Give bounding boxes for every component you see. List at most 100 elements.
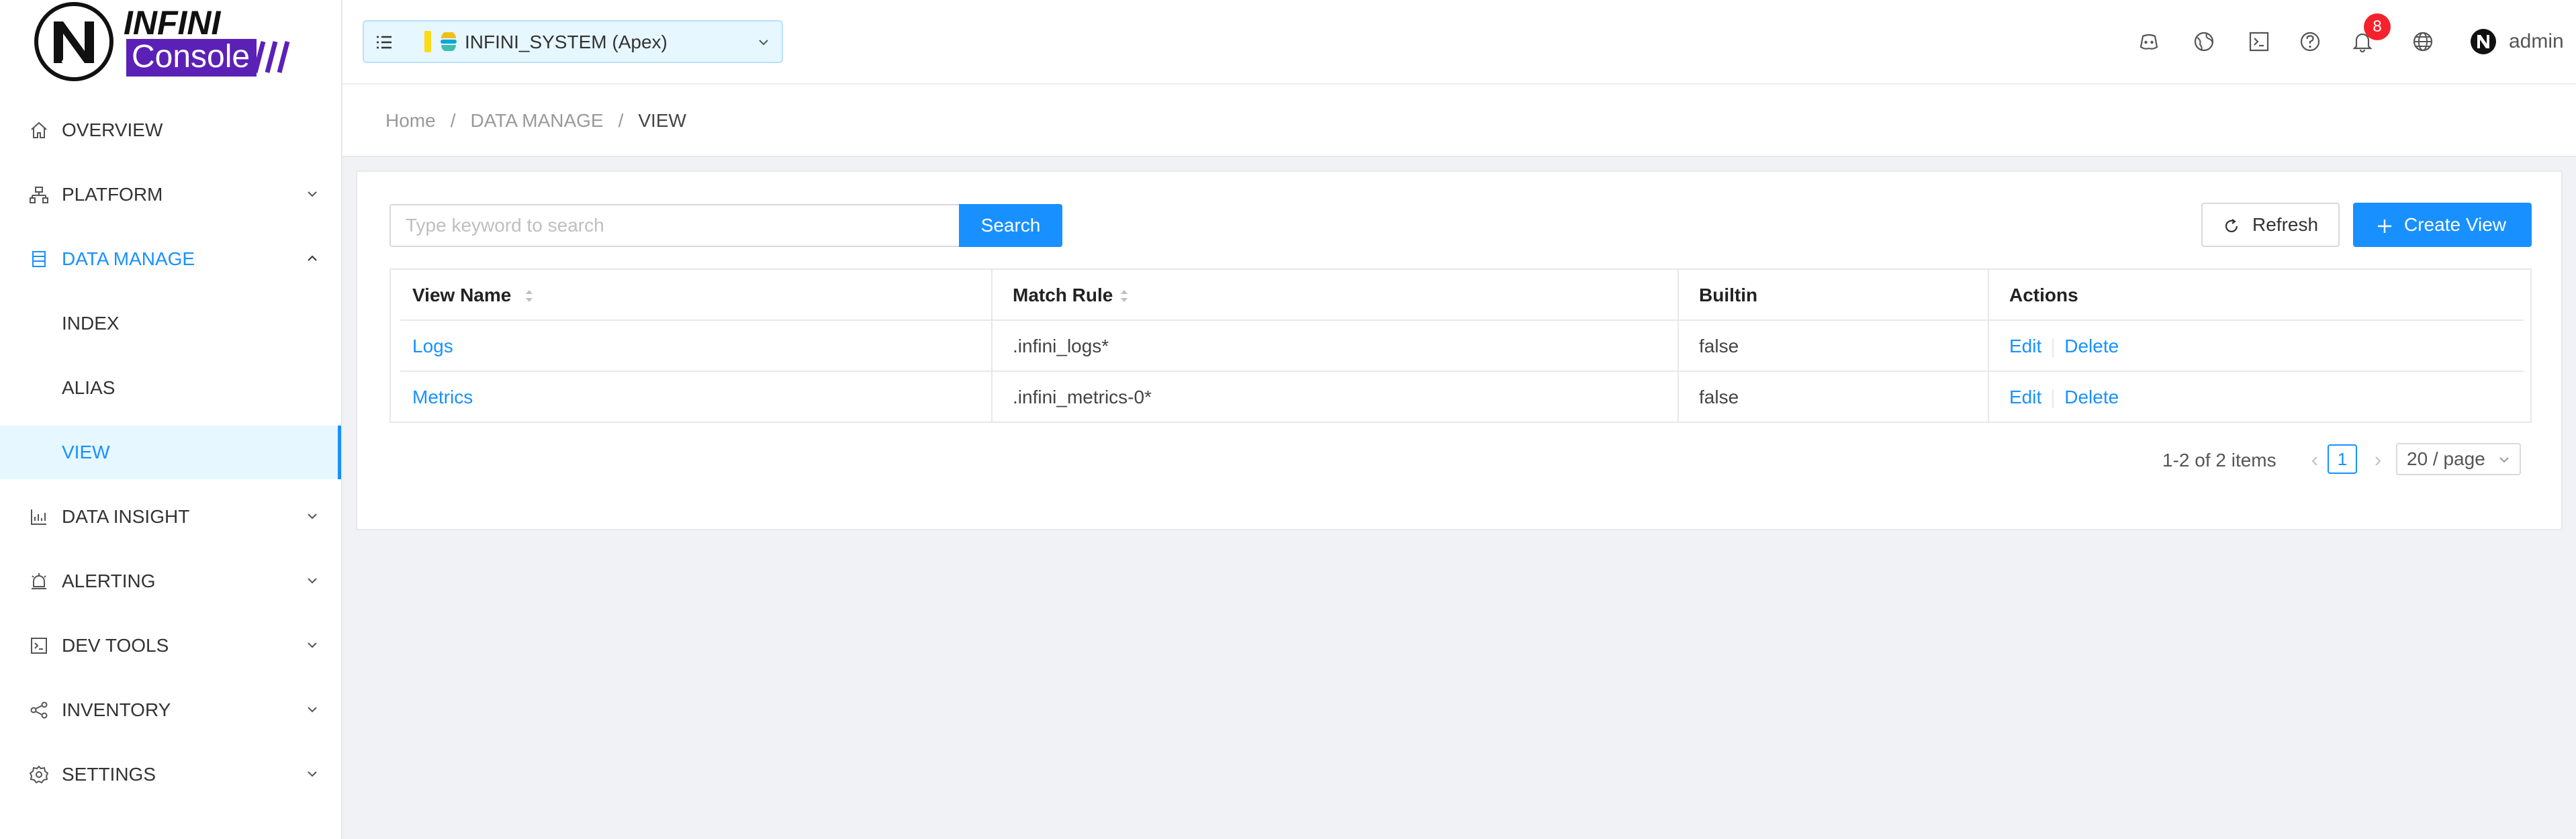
sidebar-item-label: OVERVIEW — [62, 119, 163, 140]
breadcrumb-section[interactable]: DATA MANAGE — [470, 110, 603, 131]
chevron-down-icon — [308, 642, 317, 648]
plus-icon — [2378, 219, 2391, 233]
views-table: View Name Match Rule Builtin Actions Log… — [389, 268, 2532, 423]
terminal-icon[interactable] — [2247, 30, 2271, 54]
chevron-down-icon — [308, 771, 317, 777]
sidebar-item-label: ALERTING — [62, 571, 156, 591]
pagination-page-1[interactable]: 1 — [2328, 444, 2357, 474]
chevron-left-icon[interactable] — [2309, 455, 2321, 467]
sidebar-item-platform[interactable]: PLATFORM — [0, 162, 341, 227]
sort-icon[interactable] — [524, 287, 535, 305]
page-size-select[interactable]: 20 / page — [2396, 443, 2521, 475]
column-header-view-name[interactable]: View Name — [412, 270, 511, 321]
sidebar-item-label: DATA MANAGE — [62, 248, 195, 269]
pagination-total: 1-2 of 2 items — [2162, 450, 2276, 471]
create-view-label: Create View — [2404, 214, 2507, 235]
elasticsearch-icon — [441, 32, 457, 51]
edit-link[interactable]: Edit — [2009, 387, 2041, 407]
infini-logo-mark-icon — [34, 2, 113, 81]
table-header-row: View Name Match Rule Builtin Actions — [400, 270, 2524, 321]
refresh-button[interactable]: Refresh — [2201, 203, 2340, 247]
refresh-label: Refresh — [2252, 214, 2319, 235]
language-globe-icon[interactable] — [2411, 30, 2435, 54]
page-size-value: 20 / page — [2407, 448, 2485, 469]
column-header-label: Match Rule — [1013, 285, 1113, 305]
notification-badge: 8 — [2364, 13, 2391, 40]
table-row: Metrics .infini_metrics-0* false Edit Del… — [400, 372, 2524, 423]
column-header-label: View Name — [412, 285, 512, 305]
actions-cell: Edit Delete — [2009, 321, 2119, 372]
sidebar-item-label: VIEW — [62, 442, 110, 462]
database-icon — [32, 251, 46, 267]
sidebar-item-label: DATA INSIGHT — [62, 506, 190, 527]
delete-link[interactable]: Delete — [2064, 336, 2119, 356]
breadcrumb-separator: / — [450, 110, 456, 131]
sort-icon[interactable] — [1119, 287, 1130, 305]
breadcrumb-separator: / — [618, 110, 624, 131]
console-icon — [31, 638, 47, 654]
create-view-button[interactable]: Create View — [2353, 203, 2532, 247]
chevron-down-icon — [308, 191, 317, 197]
views-card: Search Refresh Create View View Name Mat… — [356, 170, 2563, 530]
sidebar-item-inventory[interactable]: INVENTORY — [0, 678, 341, 742]
logo-text-bottom: Console — [126, 39, 257, 77]
cluster-selector[interactable]: INFINI_SYSTEM (Apex) — [363, 20, 783, 63]
match-rule-cell: .infini_logs* — [1013, 336, 1109, 356]
chevron-down-icon — [308, 578, 317, 584]
globe-status-icon[interactable] — [2192, 30, 2216, 54]
logo-text-top: INFINI — [124, 4, 221, 42]
app-logo[interactable]: INFINI Console — [32, 0, 314, 82]
chart-icon — [31, 509, 46, 525]
edit-link[interactable]: Edit — [2009, 336, 2041, 356]
sidebar-item-label: ALIAS — [62, 377, 116, 398]
match-rule-cell: .infini_metrics-0* — [1013, 387, 1152, 407]
sidebar-item-dev-tools[interactable]: DEV TOOLS — [0, 613, 341, 678]
breadcrumb-current: VIEW — [638, 110, 686, 131]
search-input[interactable] — [389, 204, 959, 247]
cluster-name: INFINI_SYSTEM (Apex) — [465, 32, 668, 52]
chevron-down-icon — [308, 513, 317, 520]
platform-icon — [30, 187, 48, 203]
sidebar-item-label: DEV TOOLS — [62, 635, 169, 656]
view-name-link[interactable]: Logs — [412, 321, 453, 372]
sidebar-item-overview[interactable]: OVERVIEW — [0, 98, 341, 162]
search-button[interactable]: Search — [959, 204, 1062, 247]
sidebar-item-alerting[interactable]: ALERTING — [0, 549, 341, 613]
chevron-up-icon — [308, 255, 317, 261]
builtin-cell: false — [1699, 336, 1739, 356]
help-icon[interactable] — [2298, 30, 2322, 54]
actions-cell: Edit Delete — [2009, 372, 2119, 423]
avatar[interactable] — [2470, 28, 2497, 55]
view-name-link[interactable]: Metrics — [412, 372, 473, 423]
discord-icon[interactable] — [2137, 30, 2161, 54]
sidebar-item-label: PLATFORM — [62, 184, 163, 205]
sidebar-item-settings[interactable]: SETTINGS — [0, 742, 341, 807]
logo-slashes-icon — [254, 41, 290, 73]
chevron-down-icon — [2499, 457, 2509, 463]
column-header-builtin: Builtin — [1699, 285, 1758, 305]
sidebar-item-data-manage[interactable]: DATA MANAGE — [0, 227, 341, 291]
table-row: Logs .infini_logs* false Edit Delete — [400, 321, 2524, 372]
action-divider — [2052, 338, 2054, 357]
chevron-right-icon[interactable] — [2372, 455, 2384, 467]
sidebar-item-view[interactable]: VIEW — [0, 426, 341, 479]
sidebar-nav: OVERVIEW PLATFORM DATA MANAGE INDEX ALIA… — [0, 98, 341, 807]
builtin-cell: false — [1699, 387, 1739, 407]
delete-link[interactable]: Delete — [2064, 387, 2119, 407]
breadcrumb: Home / DATA MANAGE / VIEW — [385, 107, 686, 134]
sidebar-item-label: SETTINGS — [62, 764, 156, 785]
username[interactable]: admin — [2509, 28, 2564, 55]
breadcrumb-bar: Home / DATA MANAGE / VIEW — [342, 85, 2576, 157]
sidebar: INFINI Console OVERVIEW PLATFORM DATA MA… — [0, 0, 342, 839]
sidebar-item-label: INVENTORY — [62, 699, 171, 720]
list-icon — [377, 36, 392, 49]
breadcrumb-home[interactable]: Home — [385, 110, 436, 131]
cluster-status-indicator — [424, 31, 431, 52]
column-header-actions: Actions — [2009, 285, 2078, 305]
column-header-match-rule[interactable]: Match Rule — [1013, 270, 1113, 321]
sidebar-item-index[interactable]: INDEX — [0, 291, 341, 356]
action-divider — [2052, 389, 2054, 408]
sidebar-item-data-insight[interactable]: DATA INSIGHT — [0, 485, 341, 549]
sidebar-item-alias[interactable]: ALIAS — [0, 356, 341, 420]
alarm-icon — [32, 573, 46, 589]
